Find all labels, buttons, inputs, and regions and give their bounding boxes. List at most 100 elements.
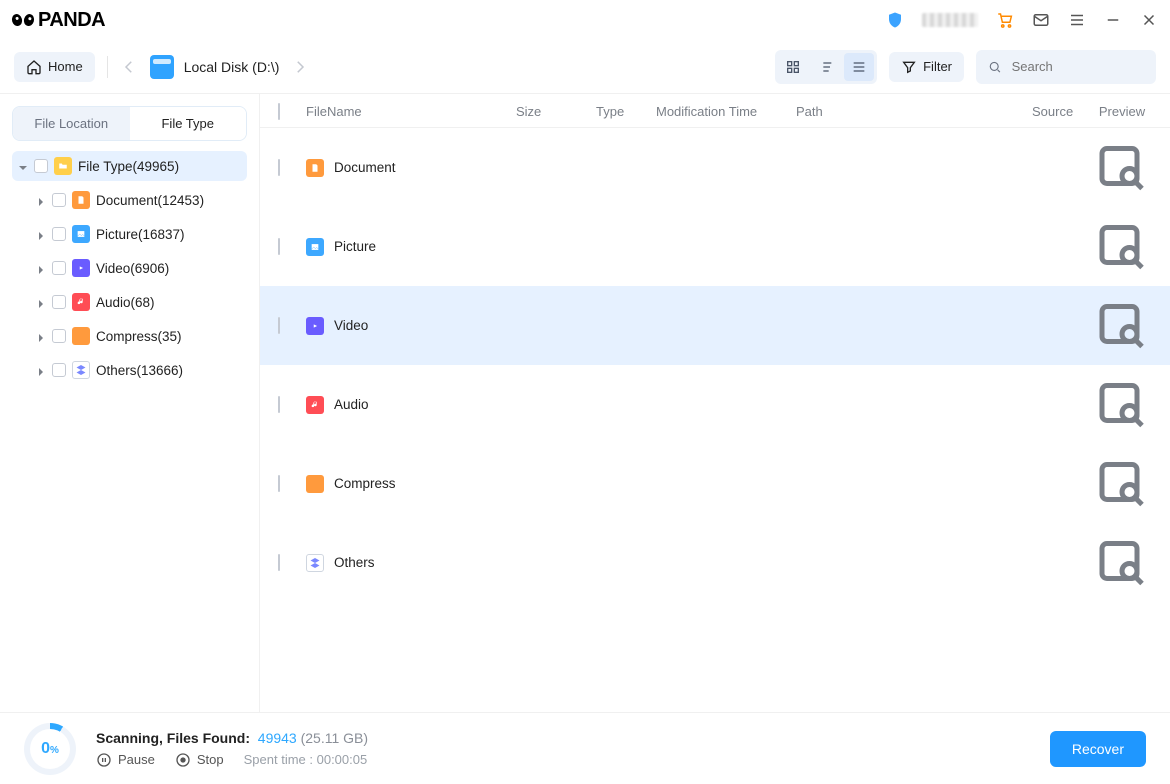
row-label: Video xyxy=(334,318,368,333)
tab-file-type[interactable]: File Type xyxy=(130,107,247,140)
search-box[interactable] xyxy=(976,50,1156,84)
tree-item-compress[interactable]: Compress(35) xyxy=(12,321,247,351)
preview-icon[interactable] xyxy=(1092,579,1152,594)
stop-icon xyxy=(175,752,191,768)
col-path[interactable]: Path xyxy=(796,104,1032,119)
checkbox[interactable] xyxy=(52,363,66,377)
titlebar: PANDA xyxy=(0,0,1170,40)
chevron-right-icon[interactable] xyxy=(36,229,46,239)
chevron-right-icon[interactable] xyxy=(36,297,46,307)
filter-label: Filter xyxy=(923,59,952,74)
tree-item-label: Video(6906) xyxy=(96,261,169,276)
envelope-icon[interactable] xyxy=(1032,11,1050,29)
chevron-right-icon[interactable] xyxy=(36,195,46,205)
footer: 0% Scanning, Files Found: 49943 (25.11 G… xyxy=(0,712,1170,784)
home-label: Home xyxy=(48,59,83,74)
status-block: Scanning, Files Found: 49943 (25.11 GB) … xyxy=(96,730,368,768)
tree-root[interactable]: File Type(49965) xyxy=(12,151,247,181)
view-list-icon[interactable] xyxy=(844,53,874,81)
table-row-document[interactable]: Document xyxy=(260,128,1170,207)
col-type[interactable]: Type xyxy=(596,104,656,119)
tab-file-location[interactable]: File Location xyxy=(13,107,130,140)
col-filename[interactable]: FileName xyxy=(306,104,516,119)
preview-icon[interactable] xyxy=(1092,263,1152,278)
col-size[interactable]: Size xyxy=(516,104,596,119)
chevron-down-icon[interactable] xyxy=(18,161,28,171)
audio-icon xyxy=(306,396,324,414)
chevron-right-icon[interactable] xyxy=(36,365,46,375)
chevron-right-icon[interactable] xyxy=(36,263,46,273)
tree-item-label: Picture(16837) xyxy=(96,227,185,242)
tree-item-others[interactable]: Others(13666) xyxy=(12,355,247,385)
preview-icon[interactable] xyxy=(1092,500,1152,515)
breadcrumb[interactable]: Local Disk (D:\) xyxy=(150,55,280,79)
picture-icon xyxy=(72,225,90,243)
checkbox[interactable] xyxy=(52,329,66,343)
checkbox[interactable] xyxy=(52,193,66,207)
pause-icon xyxy=(96,752,112,768)
tree-item-video[interactable]: Video(6906) xyxy=(12,253,247,283)
location-label: Local Disk (D:\) xyxy=(184,59,280,75)
file-type-tree: File Type(49965) Document(12453) Picture(… xyxy=(12,151,247,385)
preview-icon[interactable] xyxy=(1092,342,1152,357)
table-row-others[interactable]: Others xyxy=(260,523,1170,602)
chevron-right-icon[interactable] xyxy=(36,331,46,341)
checkbox[interactable] xyxy=(52,227,66,241)
view-detail-icon[interactable] xyxy=(811,53,841,81)
checkbox[interactable] xyxy=(278,475,280,492)
recover-button[interactable]: Recover xyxy=(1050,731,1146,767)
cart-icon[interactable] xyxy=(996,11,1014,29)
table-row-audio[interactable]: Audio xyxy=(260,365,1170,444)
disk-icon xyxy=(150,55,174,79)
checkbox[interactable] xyxy=(278,238,280,255)
table-row-picture[interactable]: Picture xyxy=(260,207,1170,286)
tree-item-document[interactable]: Document(12453) xyxy=(12,185,247,215)
minimize-icon[interactable] xyxy=(1104,11,1122,29)
shield-icon[interactable] xyxy=(886,11,904,29)
content: FileName Size Type Modification Time Pat… xyxy=(260,94,1170,712)
table-row-video[interactable]: Video xyxy=(260,286,1170,365)
brand-text: PANDA xyxy=(38,9,105,32)
stop-button[interactable]: Stop xyxy=(175,752,224,768)
col-source[interactable]: Source xyxy=(1032,104,1092,119)
checkbox[interactable] xyxy=(34,159,48,173)
found-count: 49943 xyxy=(258,730,297,746)
row-label: Audio xyxy=(334,397,369,412)
view-mode-group xyxy=(775,50,877,84)
close-icon[interactable] xyxy=(1140,11,1158,29)
tree-item-label: Audio(68) xyxy=(96,295,155,310)
menu-icon[interactable] xyxy=(1068,11,1086,29)
home-button[interactable]: Home xyxy=(14,52,95,82)
back-icon xyxy=(120,58,138,76)
toolbar: Home Local Disk (D:\) Filter xyxy=(0,40,1170,94)
checkbox[interactable] xyxy=(278,159,280,176)
sidebar: File Location File Type File Type(49965)… xyxy=(0,94,260,712)
search-input[interactable] xyxy=(1012,59,1144,74)
document-icon xyxy=(72,191,90,209)
view-grid-icon[interactable] xyxy=(778,53,808,81)
picture-icon xyxy=(306,238,324,256)
video-icon xyxy=(72,259,90,277)
tree-item-picture[interactable]: Picture(16837) xyxy=(12,219,247,249)
others-icon xyxy=(72,361,90,379)
preview-icon[interactable] xyxy=(1092,184,1152,199)
checkbox[interactable] xyxy=(278,554,280,571)
col-modification[interactable]: Modification Time xyxy=(656,104,796,119)
row-label: Picture xyxy=(334,239,376,254)
checkbox[interactable] xyxy=(52,295,66,309)
checkbox[interactable] xyxy=(278,396,280,413)
preview-icon[interactable] xyxy=(1092,421,1152,436)
spent-time: Spent time : 00:00:05 xyxy=(244,752,368,767)
pause-button[interactable]: Pause xyxy=(96,752,155,768)
checkbox-all[interactable] xyxy=(278,103,280,120)
table-row-compress[interactable]: Compress xyxy=(260,444,1170,523)
document-icon xyxy=(306,159,324,177)
folder-icon xyxy=(54,157,72,175)
checkbox[interactable] xyxy=(278,317,280,334)
filter-button[interactable]: Filter xyxy=(889,52,964,82)
progress-ring: 0% xyxy=(24,723,76,775)
col-preview[interactable]: Preview xyxy=(1092,104,1152,119)
checkbox[interactable] xyxy=(52,261,66,275)
table-header: FileName Size Type Modification Time Pat… xyxy=(260,94,1170,128)
tree-item-audio[interactable]: Audio(68) xyxy=(12,287,247,317)
